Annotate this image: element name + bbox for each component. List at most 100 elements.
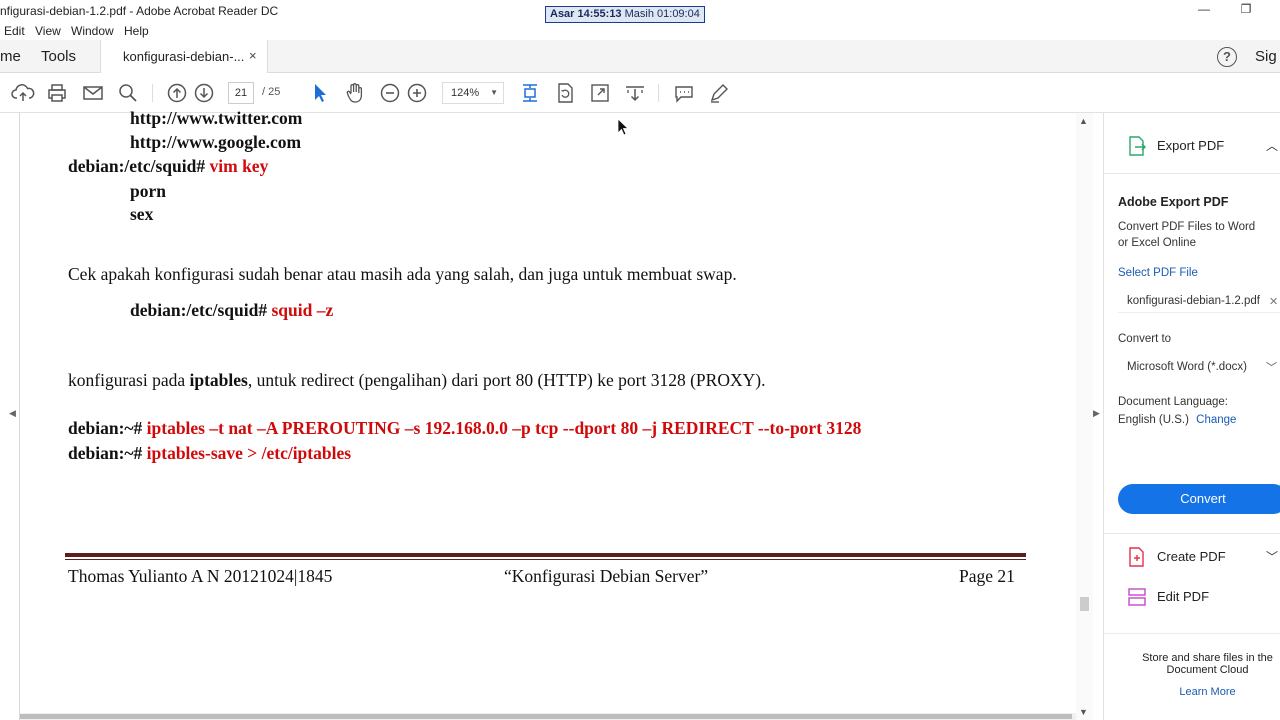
- previous-page-icon[interactable]: [165, 81, 189, 105]
- keyword-line: porn: [130, 181, 166, 201]
- select-pdf-label[interactable]: Select PDF File: [1118, 267, 1198, 279]
- menu-window[interactable]: Window: [71, 24, 114, 38]
- next-page-icon[interactable]: [192, 81, 216, 105]
- chevron-down-icon: ﹀: [1266, 362, 1277, 374]
- convert-to-label: Convert to: [1118, 333, 1172, 345]
- comment-icon[interactable]: [672, 81, 696, 105]
- zoom-select[interactable]: 124% ▼: [442, 82, 504, 104]
- chevron-down-icon: ▼: [490, 88, 498, 97]
- right-tools-panel: Export PDF ︿ Adobe Export PDF Convert PD…: [1103, 113, 1280, 720]
- url-line: http://www.google.com: [130, 132, 302, 152]
- toolbar-divider: [152, 84, 153, 102]
- toolbar-divider: [658, 84, 659, 102]
- export-pdf-tool[interactable]: Export PDF ︿: [1104, 131, 1280, 161]
- remove-file-icon[interactable]: ✕: [1269, 295, 1278, 308]
- footer-title: “Konfigurasi Debian Server”: [504, 566, 709, 586]
- selected-file-field[interactable]: konfigurasi-debian-1.2.pdf ✕: [1118, 291, 1280, 313]
- menu-edit[interactable]: Edit: [4, 24, 25, 38]
- window-title: nfigurasi-debian-1.2.pdf - Adobe Acrobat…: [0, 4, 279, 18]
- full-screen-icon[interactable]: [588, 81, 612, 105]
- prayer-remaining: Masih 01:09:04: [624, 8, 700, 20]
- select-cursor-icon[interactable]: [308, 81, 332, 105]
- chevron-down-icon[interactable]: ﹀: [1266, 548, 1278, 565]
- export-pdf-label: Export PDF: [1157, 138, 1225, 153]
- chevron-up-icon[interactable]: ︿: [1266, 137, 1278, 154]
- scroll-down-icon[interactable]: ▼: [1079, 707, 1088, 717]
- help-icon[interactable]: ?: [1217, 47, 1237, 67]
- learn-more-link[interactable]: Learn More: [1104, 686, 1280, 698]
- command-line: debian:/etc/squid# vim key: [68, 156, 268, 177]
- prayer-label: Asar 14:55:13: [550, 8, 622, 20]
- scrollbar-thumb[interactable]: [1080, 597, 1089, 611]
- menu-help[interactable]: Help: [124, 24, 149, 38]
- scrollbar-thumb[interactable]: [20, 714, 1072, 719]
- paragraph-keyword: iptables: [189, 370, 248, 390]
- command-prompt: debian:/etc/squid#: [130, 300, 272, 320]
- footer-rule: [65, 553, 1026, 557]
- rotate-page-icon[interactable]: [553, 81, 577, 105]
- tab-home[interactable]: me: [0, 48, 21, 65]
- zoom-value: 124%: [451, 87, 480, 99]
- mouse-cursor-icon: [617, 118, 629, 136]
- edit-pdf-label: Edit PDF: [1157, 589, 1210, 604]
- minimize-button[interactable]: —: [1194, 2, 1214, 20]
- command-text: vim key: [209, 156, 269, 176]
- edit-pdf-icon: [1126, 586, 1148, 608]
- zoom-out-icon[interactable]: [378, 81, 402, 105]
- adobe-export-heading: Adobe Export PDF: [1118, 195, 1229, 209]
- fit-page-icon[interactable]: [518, 81, 542, 105]
- collapse-right-pane-icon[interactable]: ▶: [1093, 408, 1100, 419]
- hand-tool-icon[interactable]: [343, 81, 367, 105]
- tab-bar: me Tools konfigurasi-debian-... × ? Sig: [0, 40, 1280, 73]
- restore-button[interactable]: ❐: [1236, 2, 1256, 20]
- print-icon[interactable]: [45, 81, 69, 105]
- collapse-left-pane-icon[interactable]: ◀: [9, 408, 16, 419]
- create-pdf-tool[interactable]: Create PDF ﹀: [1104, 542, 1280, 572]
- prayer-time-badge: Asar 14:55:13 Masih 01:09:04: [545, 6, 705, 23]
- command-line: debian:/etc/squid# squid –z: [130, 300, 333, 321]
- promo-text: Document Cloud: [1166, 664, 1249, 676]
- sign-in-button[interactable]: Sig: [1255, 48, 1277, 65]
- footer-page: Page 21: [959, 566, 1015, 586]
- keyword-line: sex: [130, 204, 154, 224]
- horizontal-scrollbar[interactable]: [20, 713, 1076, 720]
- command-line: debian:~# iptables –t nat –A PREROUTING …: [68, 418, 861, 439]
- title-bar: nfigurasi-debian-1.2.pdf - Adobe Acrobat…: [0, 0, 1280, 23]
- change-language-link[interactable]: Change: [1196, 414, 1236, 426]
- export-pdf-icon: [1126, 135, 1148, 157]
- command-line: debian:~# iptables-save > /etc/iptables: [68, 443, 351, 464]
- pdf-page: http://www.twitter.com http://www.google…: [20, 108, 1075, 715]
- page-number-input[interactable]: 21: [228, 82, 254, 104]
- pen-icon[interactable]: [707, 81, 731, 105]
- panel-divider: [1104, 173, 1280, 174]
- tab-document[interactable]: konfigurasi-debian-... ×: [100, 40, 268, 73]
- tab-tools[interactable]: Tools: [41, 48, 76, 65]
- menu-view[interactable]: View: [35, 24, 61, 38]
- document-cloud-promo: Store and share files in the Document Cl…: [1104, 652, 1280, 698]
- edit-pdf-tool[interactable]: Edit PDF: [1104, 582, 1280, 612]
- zoom-in-icon[interactable]: [405, 81, 429, 105]
- paragraph-text: konfigurasi pada iptables, untuk redirec…: [68, 370, 765, 391]
- command-text: squid –z: [271, 300, 334, 320]
- paragraph-text-part: , untuk redirect (pengalihan) dari port …: [247, 370, 766, 390]
- create-pdf-label: Create PDF: [1157, 549, 1226, 564]
- search-icon[interactable]: [116, 81, 140, 105]
- footer-rule: [65, 559, 1026, 560]
- email-icon[interactable]: [81, 81, 105, 105]
- paragraph-text: Cek apakah konfigurasi sudah benar atau …: [68, 264, 737, 284]
- scroll-mode-icon[interactable]: [623, 81, 647, 105]
- vertical-scrollbar[interactable]: ▲ ▼: [1076, 113, 1093, 720]
- url-line: http://www.twitter.com: [130, 108, 303, 128]
- panel-divider: [1104, 533, 1280, 534]
- close-tab-icon[interactable]: ×: [249, 48, 257, 63]
- format-value: Microsoft Word (*.docx): [1127, 361, 1247, 373]
- command-text: iptables-save > /etc/iptables: [146, 443, 352, 463]
- page-count: / 25: [262, 86, 281, 98]
- scroll-up-icon[interactable]: ▲: [1079, 116, 1088, 126]
- format-select[interactable]: Microsoft Word (*.docx) ﹀: [1118, 357, 1280, 379]
- document-language-label: Document Language:: [1118, 396, 1228, 408]
- convert-button[interactable]: Convert: [1118, 484, 1280, 514]
- tab-document-label: konfigurasi-debian-...: [123, 49, 245, 64]
- file-name: konfigurasi-debian-1.2.pdf: [1127, 295, 1260, 307]
- upload-cloud-icon[interactable]: [11, 81, 35, 105]
